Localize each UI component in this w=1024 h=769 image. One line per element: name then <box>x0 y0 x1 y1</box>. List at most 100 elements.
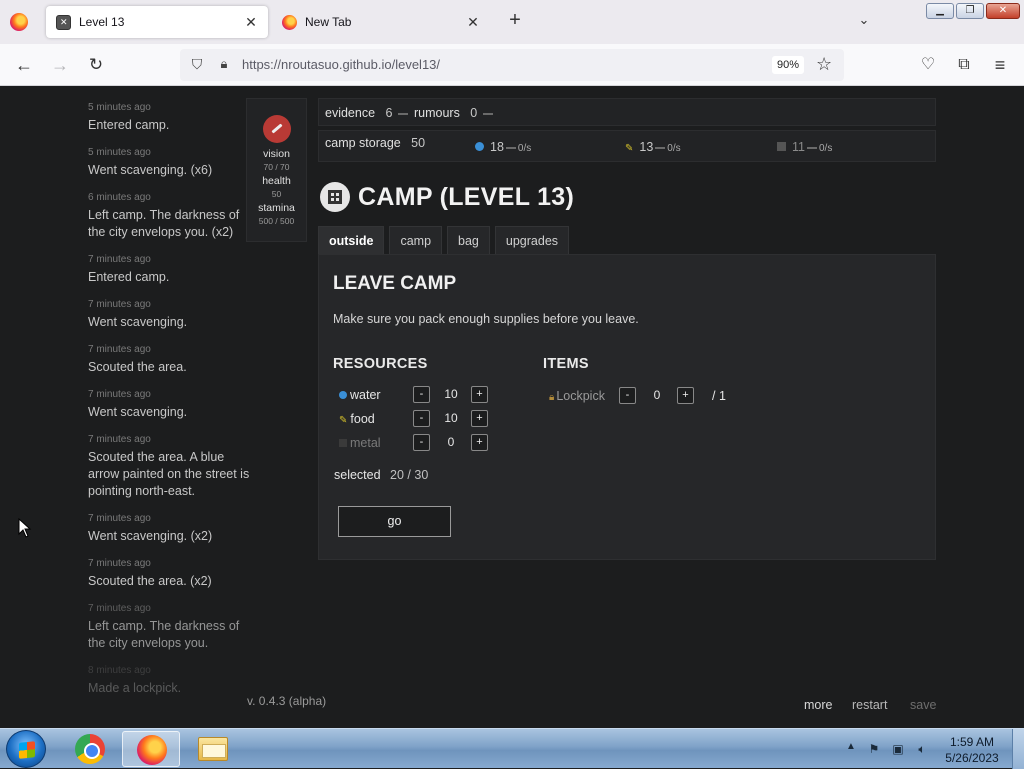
stamina-value: 500 / 500 <box>258 216 295 226</box>
window-minimize-button[interactable]: ▁ <box>926 3 954 19</box>
water-decrease-button[interactable]: - <box>413 386 430 403</box>
log-message: Went scavenging. <box>88 405 188 419</box>
food-rate: 0/s <box>667 143 681 154</box>
url-text[interactable]: https://nroutasuo.github.io/level13/ <box>242 57 440 72</box>
log-time: 6 minutes ago <box>88 192 151 203</box>
show-desktop-button[interactable] <box>1012 729 1024 769</box>
list-tabs-chevron-icon[interactable]: ⌄ <box>854 12 874 32</box>
food-icon: ✎ <box>625 143 634 154</box>
evidence-bar-icon <box>397 112 408 115</box>
level13-favicon-icon <box>56 14 71 30</box>
log-time: 7 minutes ago <box>88 344 151 355</box>
back-arrow-icon[interactable]: ← <box>12 54 36 76</box>
firefox-view-icon[interactable] <box>10 13 28 31</box>
reload-icon[interactable]: ↻ <box>84 54 108 76</box>
food-decrease-button[interactable]: - <box>413 410 430 427</box>
food-stat: ✎ 13 0/s <box>625 140 681 154</box>
item-name: 🔒︎ Lockpick <box>549 389 605 403</box>
water-value: 18 <box>490 140 504 154</box>
window-close-button[interactable]: ✕ <box>986 3 1020 19</box>
more-link[interactable]: more <box>804 698 832 712</box>
rumours-value: 0 <box>470 106 478 120</box>
resource-row-metal: metal - 0 + <box>339 434 489 452</box>
new-tab-plus-icon[interactable]: + <box>504 10 526 32</box>
tab-outside[interactable]: outside <box>318 226 385 254</box>
water-drop-icon <box>339 391 347 399</box>
log-entry: 7 minutes ago Left camp. The darkness of … <box>88 603 252 652</box>
network-icon[interactable]: ▣ <box>890 741 906 757</box>
log-time: 7 minutes ago <box>88 558 151 569</box>
resource-name: water <box>339 388 381 402</box>
forward-arrow-icon[interactable]: → <box>48 54 72 76</box>
taskbar-chrome[interactable] <box>62 731 120 767</box>
tab-close-icon[interactable]: ✕ <box>240 14 262 31</box>
zoom-level-badge[interactable]: 90% <box>772 56 805 74</box>
resources-heading: RESOURCES <box>333 356 428 372</box>
tab-bag[interactable]: bag <box>447 226 490 254</box>
tab-level13[interactable]: Level 13 ✕ <box>46 6 268 38</box>
game-page: 5 minutes ago Entered camp. 5 minutes ago… <box>0 86 1024 728</box>
tab-upgrades[interactable]: upgrades <box>494 226 570 254</box>
system-clock[interactable]: 1:59 AM 5/26/2023 <box>940 734 1004 766</box>
vision-value: 70 / 70 <box>263 162 290 172</box>
water-amount[interactable]: 10 <box>431 387 471 401</box>
metal-decrease-button[interactable]: - <box>413 434 430 451</box>
log-entry: 7 minutes ago Scouted the area. <box>88 344 252 376</box>
food-increase-button[interactable]: + <box>471 410 488 427</box>
water-stat: 18 0/s <box>475 140 531 154</box>
log-message: Scouted the area. A blue arrow painted o… <box>88 450 250 498</box>
restart-link[interactable]: restart <box>852 698 887 712</box>
folder-icon <box>198 737 228 761</box>
storage-stat: camp storage 50 <box>325 136 425 150</box>
food-amount[interactable]: 10 <box>431 411 471 425</box>
metal-amount[interactable]: 0 <box>431 435 471 449</box>
hamburger-menu-icon[interactable]: ≡ <box>988 54 1012 76</box>
outside-panel: LEAVE CAMP Make sure you pack enough sup… <box>318 254 936 560</box>
volume-muted-icon[interactable]: 🔈︎ <box>914 741 930 757</box>
camp-building-icon <box>320 182 350 212</box>
taskbar-firefox[interactable] <box>122 731 180 767</box>
chrome-icon <box>75 734 105 764</box>
evidence-bar: evidence 6 rumours 0 <box>318 98 936 126</box>
window-maximize-button[interactable]: ❐ <box>956 3 984 19</box>
resource-name: metal <box>339 436 381 450</box>
lockpick-amount[interactable]: 0 <box>637 388 677 402</box>
lockpick-increase-button[interactable]: + <box>677 387 694 404</box>
firefox-icon <box>137 735 167 765</box>
show-hidden-icons-arrow-icon[interactable]: ▲ <box>846 741 856 752</box>
extensions-puzzle-icon[interactable]: ⧉ <box>952 54 976 76</box>
page-title: CAMP (LEVEL 13) <box>358 182 575 211</box>
action-center-flag-icon[interactable]: ⚑ <box>866 741 882 757</box>
tab-label: Level 13 <box>79 15 125 29</box>
water-increase-button[interactable]: + <box>471 386 488 403</box>
go-button[interactable]: go <box>338 506 451 537</box>
url-bar[interactable]: ⛉ 🔒︎ https://nroutasuo.github.io/level13… <box>180 49 844 81</box>
log-time: 7 minutes ago <box>88 299 151 310</box>
start-button[interactable] <box>6 730 46 768</box>
log-message: Went scavenging. (x2) <box>88 529 213 543</box>
player-avatar-icon[interactable] <box>262 115 291 143</box>
log-entry: 7 minutes ago Scouted the area. (x2) <box>88 558 252 590</box>
save-link[interactable]: save <box>910 698 936 712</box>
tab-close-icon[interactable]: ✕ <box>462 14 484 31</box>
metal-dash-icon <box>806 146 817 149</box>
log-message: Entered camp. <box>88 118 170 132</box>
tracking-protection-shield-icon[interactable]: ⛉ <box>188 56 206 74</box>
food-label: food <box>350 412 375 426</box>
taskbar-file-explorer[interactable] <box>184 731 242 767</box>
water-drop-icon <box>475 142 484 151</box>
pocket-icon[interactable]: ♡ <box>916 54 940 76</box>
bookmark-star-icon[interactable]: ☆ <box>816 54 832 75</box>
lockpick-decrease-button[interactable]: - <box>619 387 636 404</box>
log-time: 7 minutes ago <box>88 513 151 524</box>
selected-value: 20 / 30 <box>390 468 429 482</box>
tab-camp[interactable]: camp <box>389 226 443 254</box>
metal-increase-button[interactable]: + <box>471 434 488 451</box>
log-time: 7 minutes ago <box>88 434 151 445</box>
tab-new-tab[interactable]: New Tab ✕ <box>272 6 490 38</box>
evidence-label: evidence <box>325 106 376 120</box>
selected-summary: selected 20 / 30 <box>334 468 428 482</box>
log-entry: 5 minutes ago Entered camp. <box>88 102 252 134</box>
leave-camp-heading: LEAVE CAMP <box>333 273 457 294</box>
lock-icon[interactable]: 🔒︎ <box>216 56 232 74</box>
